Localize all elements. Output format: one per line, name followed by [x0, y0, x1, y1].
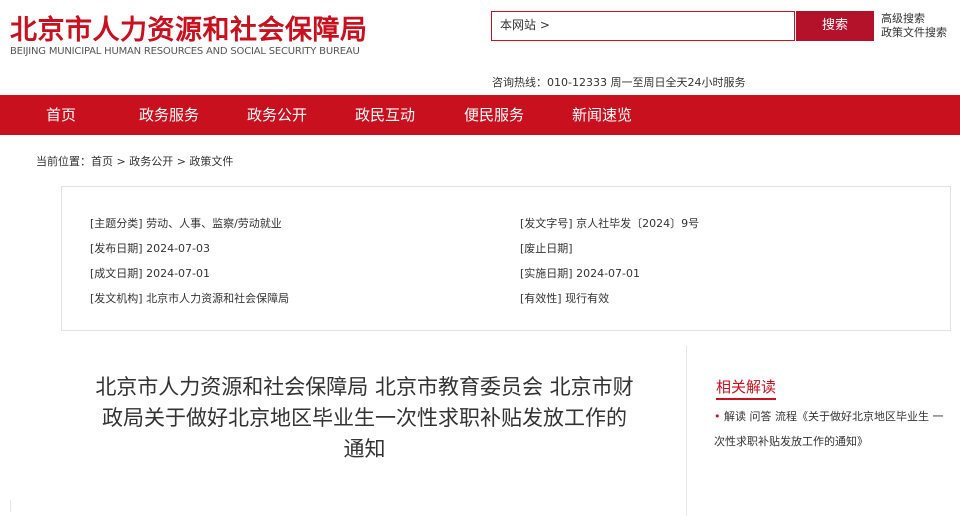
meta-publish-value: 2024-07-03	[146, 242, 211, 255]
meta-written-date: [成文日期] 2024-07-01	[90, 265, 210, 281]
hotline-text: 咨询热线：010-12333 周一至周日全天24小时服务	[492, 76, 746, 89]
nav-item-services[interactable]: 政务服务	[139, 95, 199, 135]
meta-doc-number: [发文字号] 京人社毕发〔2024〕9号	[520, 215, 699, 231]
document-meta-box: [主题分类] 劳动、人事、监察/劳动就业 [发文字号] 京人社毕发〔2024〕9…	[61, 186, 951, 331]
meta-doc-number-key: [发文字号]	[520, 217, 573, 230]
meta-abolish-key: [废止日期]	[520, 242, 573, 255]
nav-item-interaction[interactable]: 政民互动	[355, 95, 415, 135]
main-nav: 首页 政务服务 政务公开 政民互动 便民服务 新闻速览	[0, 95, 960, 135]
site-logo-subtitle: BEIJING MUNICIPAL HUMAN RESOURCES AND SO…	[10, 46, 360, 57]
meta-abolish-date: [废止日期]	[520, 240, 573, 256]
meta-publish-date: [发布日期] 2024-07-03	[90, 240, 210, 256]
meta-topic: [主题分类] 劳动、人事、监察/劳动就业	[90, 215, 282, 231]
meta-written-value: 2024-07-01	[146, 267, 211, 280]
meta-validity-key: [有效性]	[520, 292, 562, 305]
breadcrumb[interactable]: 当前位置：首页 > 政务公开 > 政策文件	[36, 153, 233, 169]
site-logo-title[interactable]: 北京市人力资源和社会保障局	[10, 8, 368, 47]
policy-search-link[interactable]: 政策文件搜索	[881, 26, 947, 40]
meta-written-key: [成文日期]	[90, 267, 143, 280]
nav-item-disclosure[interactable]: 政务公开	[247, 95, 307, 135]
search-button[interactable]: 搜索	[796, 11, 874, 41]
meta-effective-key: [实施日期]	[520, 267, 573, 280]
related-heading: 相关解读	[716, 376, 777, 400]
meta-doc-number-value: 京人社毕发〔2024〕9号	[576, 217, 700, 230]
advanced-search-link[interactable]: 高级搜索	[881, 12, 947, 26]
meta-topic-value: 劳动、人事、监察/劳动就业	[146, 217, 282, 230]
related-item-link[interactable]: 解读 问答 流程《关于做好北京地区毕业生 一次性求职补贴发放工作的通知》	[714, 410, 944, 448]
meta-topic-key: [主题分类]	[90, 217, 143, 230]
meta-effective-value: 2024-07-01	[576, 267, 641, 280]
nav-item-convenience[interactable]: 便民服务	[464, 95, 524, 135]
meta-publish-key: [发布日期]	[90, 242, 143, 255]
column-divider	[686, 346, 687, 516]
article-title: 北京市人力资源和社会保障局 北京市教育委员会 北京市财政局关于做好北京地区毕业生…	[95, 375, 634, 461]
nav-item-home[interactable]: 首页	[46, 95, 76, 135]
meta-validity: [有效性] 现行有效	[520, 290, 609, 306]
search-links: 高级搜索 政策文件搜索	[881, 12, 947, 40]
nav-item-news[interactable]: 新闻速览	[572, 95, 632, 135]
meta-issuer-key: [发文机构]	[90, 292, 143, 305]
search-input[interactable]: 本网站 >	[491, 11, 795, 41]
meta-validity-value: 现行有效	[565, 292, 610, 305]
left-divider	[10, 500, 11, 512]
meta-effective-date: [实施日期] 2024-07-01	[520, 265, 640, 281]
related-item[interactable]: • 解读 问答 流程《关于做好北京地区毕业生 一次性求职补贴发放工作的通知》	[714, 404, 944, 454]
meta-issuer: [发文机构] 北京市人力资源和社会保障局	[90, 290, 289, 306]
meta-issuer-value: 北京市人力资源和社会保障局	[146, 292, 290, 305]
bullet-icon: •	[714, 410, 721, 423]
